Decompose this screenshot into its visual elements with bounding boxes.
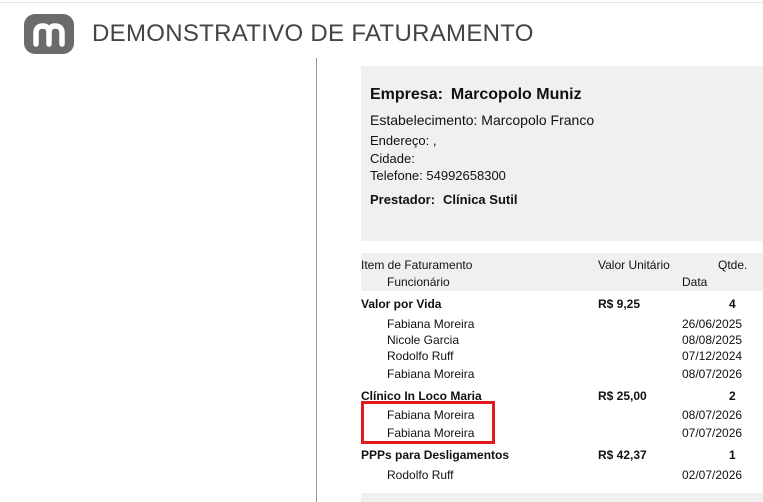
- header-data: Data: [682, 275, 708, 289]
- empresa-value: Marcopolo Muniz: [450, 86, 582, 103]
- row-data: 26/06/2025: [682, 317, 743, 331]
- table-header: Item de Faturamento Funcionário Valor Un…: [361, 253, 763, 291]
- prestador-value: Clínica Sutil: [443, 192, 518, 207]
- empresa-label: Empresa:: [370, 86, 443, 103]
- row-data: 08/08/2025: [682, 333, 743, 347]
- group-quantity: 4: [729, 297, 736, 311]
- group-quantity: 2: [729, 389, 736, 403]
- row-funcionario: Fabiana Moreira: [387, 317, 475, 331]
- table-footer-band: [361, 493, 763, 502]
- row-data: 07/12/2024: [682, 349, 743, 363]
- row-data: 08/07/2026: [682, 367, 743, 381]
- header-item: Item de Faturamento: [361, 258, 473, 272]
- endereco-line: Endereço: ,: [370, 133, 437, 148]
- header-qtde: Qtde.: [718, 258, 748, 272]
- row-funcionario: Fabiana Moreira: [387, 367, 475, 381]
- vertical-divider: [316, 58, 317, 502]
- telefone-line: Telefone: 54992658300: [370, 168, 506, 183]
- group-item-name: Valor por Vida: [361, 297, 442, 311]
- page-title: DEMONSTRATIVO DE FATURAMENTO: [92, 20, 534, 47]
- estabelecimento-line: Estabelecimento: Marcopolo Franco: [370, 112, 595, 128]
- group-item-name: PPPs para Desligamentos: [361, 448, 510, 462]
- row-data: 02/07/2026: [682, 468, 743, 482]
- group-quantity: 1: [729, 448, 736, 462]
- empresa-line: Empresa: Marcopolo Muniz: [370, 86, 582, 104]
- header-valor: Valor Unitário: [598, 258, 670, 272]
- cidade-line: Cidade:: [370, 151, 415, 166]
- prestador-label: Prestador:: [370, 192, 436, 207]
- row-funcionario: Rodolfo Ruff: [387, 349, 454, 363]
- row-funcionario: Rodolfo Ruff: [387, 468, 454, 482]
- group-unit-value: R$ 42,37: [598, 448, 647, 462]
- row-data: 08/07/2026: [682, 408, 743, 422]
- row-data: 07/07/2026: [682, 426, 743, 440]
- m-logo-icon: [24, 14, 74, 54]
- prestador-line: Prestador: Clínica Sutil: [370, 192, 517, 207]
- row-funcionario: Nicole Garcia: [387, 333, 460, 347]
- header-funcionario: Funcionário: [387, 275, 450, 289]
- group-unit-value: R$ 9,25: [598, 297, 641, 311]
- selection-highlight-box: [361, 401, 495, 444]
- company-info-panel: Empresa: Marcopolo Muniz Estabelecimento:…: [361, 66, 763, 241]
- top-border: [0, 2, 763, 3]
- group-unit-value: R$ 25,00: [598, 389, 647, 403]
